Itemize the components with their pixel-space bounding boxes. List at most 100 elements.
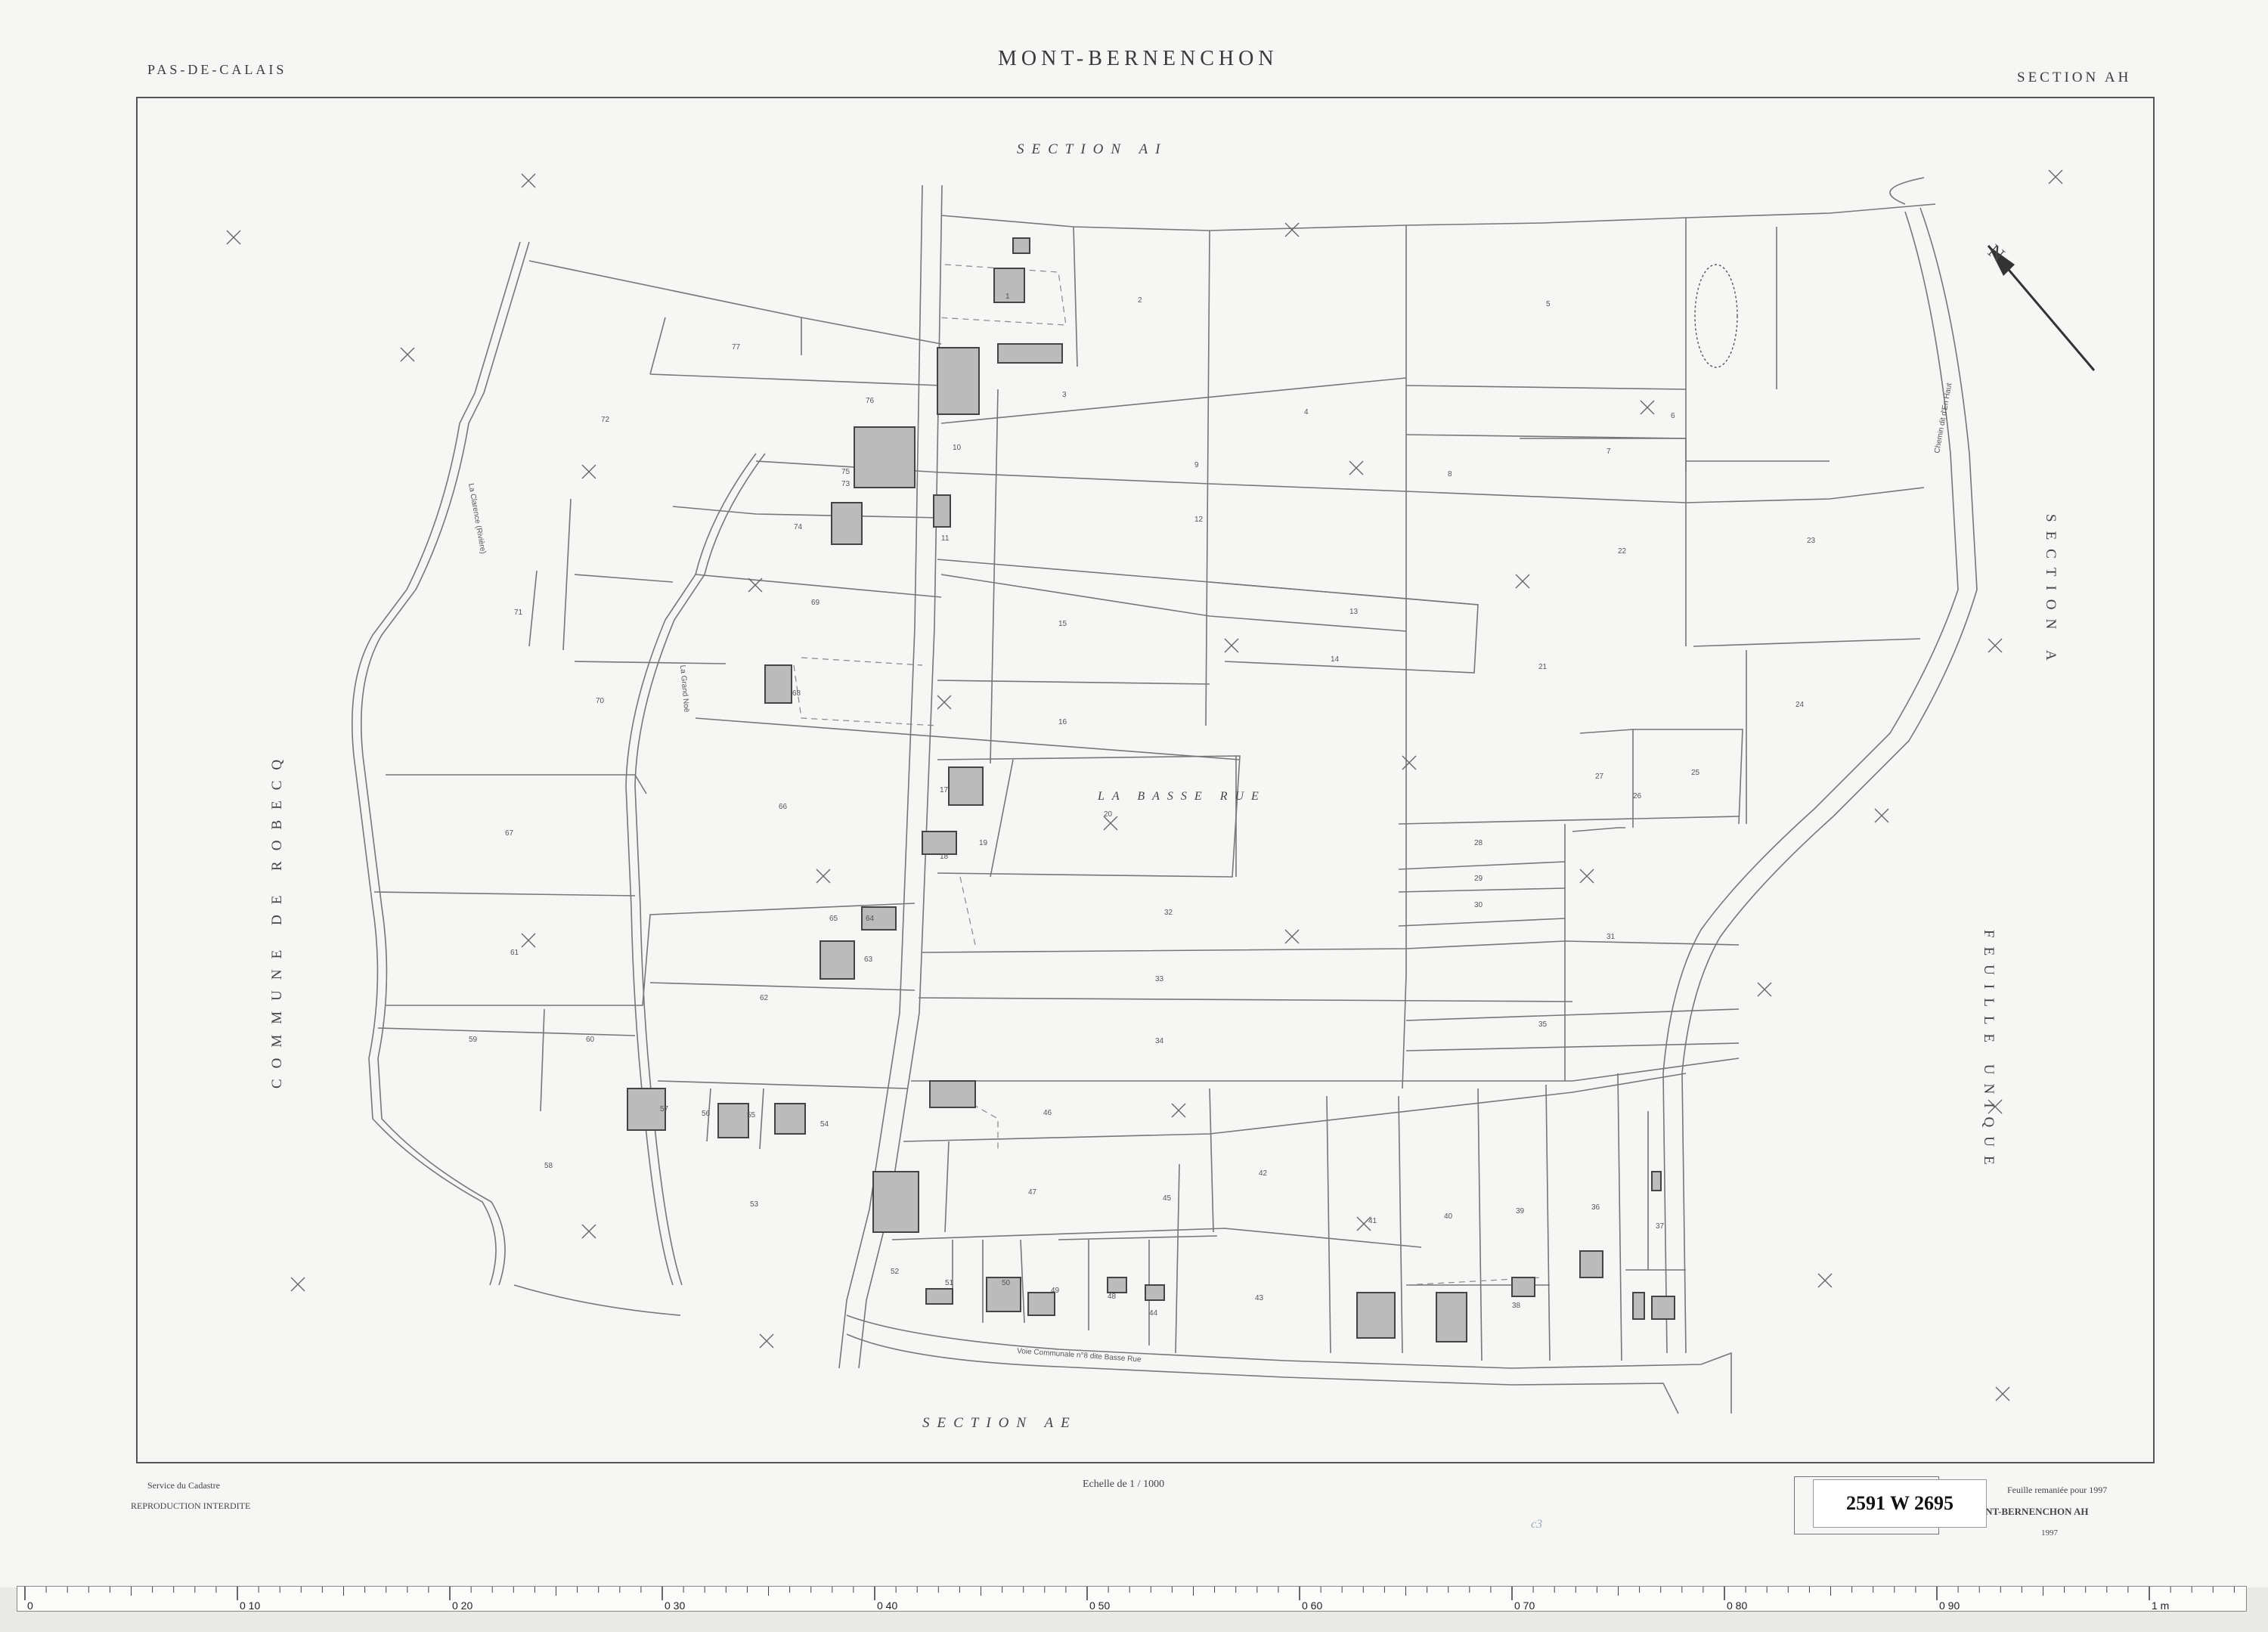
parcel-label-18: 18 — [940, 853, 949, 861]
parcel-label-63: 63 — [864, 955, 873, 964]
parcel-label-53: 53 — [750, 1200, 759, 1209]
parcel-label-51: 51 — [945, 1279, 954, 1287]
parcel-label-2: 2 — [1138, 296, 1142, 305]
parcel-label-9: 9 — [1194, 461, 1199, 469]
ruler-mark-label: 0 50 — [1089, 1599, 1110, 1612]
pond — [1694, 264, 1738, 368]
parcel-label-73: 73 — [841, 480, 850, 488]
parcel-label-23: 23 — [1807, 537, 1816, 545]
parcel-label-39: 39 — [1516, 1207, 1525, 1215]
parcel-label-44: 44 — [1149, 1309, 1158, 1318]
label-road-chemin: Chemin dit d'En Haut — [1933, 382, 1954, 454]
archive-label: 2591 W 2695 — [1813, 1479, 1987, 1528]
parcel-label-54: 54 — [820, 1120, 829, 1129]
parcel-label-34: 34 — [1155, 1037, 1164, 1045]
parcel-label-32: 32 — [1164, 909, 1173, 917]
parcel-label-41: 41 — [1368, 1217, 1377, 1225]
parcel-label-37: 37 — [1656, 1222, 1665, 1231]
parcel-label-69: 69 — [811, 599, 820, 607]
parcel-label-76: 76 — [866, 397, 875, 405]
dashed-boundaries — [793, 264, 1543, 1286]
parcel-label-70: 70 — [596, 697, 605, 705]
handwritten-note: c3 — [1531, 1518, 1543, 1531]
parcel-label-75: 75 — [841, 468, 850, 476]
label-section-ae: SECTION AE — [922, 1415, 1077, 1431]
parcel-label-31: 31 — [1606, 933, 1616, 941]
ruler-mark-label: 0 20 — [452, 1599, 472, 1612]
label-feuille-unique: FEUILLE UNIQUE — [1981, 930, 1997, 1174]
parcel-label-66: 66 — [779, 803, 788, 811]
parcel-label-24: 24 — [1796, 701, 1805, 709]
cadastral-map: N SECTION AI SECTION AE SECTION A FEUILL… — [226, 141, 2096, 1431]
parcel-label-56: 56 — [702, 1110, 711, 1118]
parcel-label-27: 27 — [1595, 773, 1604, 781]
parcel-label-17: 17 — [940, 786, 949, 794]
footer-remaniee: Feuille remaniée pour 1997 — [2007, 1485, 2108, 1495]
measuring-ruler: 0 0 10 0 20 0 30 0 40 0 50 0 60 0 70 0 80 0 90 1 m — [17, 1586, 2247, 1612]
parcel-label-35: 35 — [1538, 1020, 1548, 1029]
parcel-label-40: 40 — [1444, 1212, 1453, 1221]
parcel-label-71: 71 — [514, 609, 523, 617]
parcel-label-33: 33 — [1155, 975, 1164, 983]
parcel-label-6: 6 — [1671, 412, 1675, 420]
parcel-label-20: 20 — [1104, 810, 1113, 819]
parcel-label-61: 61 — [510, 949, 519, 957]
parcel-label-72: 72 — [601, 416, 610, 424]
parcel-label-22: 22 — [1618, 547, 1627, 556]
ruler-mark-label: 1 m — [2152, 1599, 2169, 1612]
north-arrow: N — [1984, 240, 2096, 371]
parcel-label-30: 30 — [1474, 901, 1483, 909]
parcel-label-60: 60 — [586, 1036, 595, 1044]
label-section-ai: SECTION AI — [1017, 141, 1167, 157]
parcel-label-19: 19 — [979, 839, 988, 847]
parcel-label-59: 59 — [469, 1036, 478, 1044]
parcel-label-26: 26 — [1633, 792, 1642, 801]
parcel-label-36: 36 — [1591, 1203, 1600, 1212]
parcel-label-10: 10 — [953, 444, 962, 452]
parcel-label-45: 45 — [1163, 1194, 1172, 1203]
label-road-grand-noe: La Grand Noë — [678, 664, 690, 713]
parcel-label-47: 47 — [1028, 1188, 1037, 1197]
footer-reproduction: REPRODUCTION INTERDITE — [131, 1500, 251, 1511]
label-commune-de-robecq: COMMUNE DE ROBECQ — [269, 749, 285, 1089]
parcel-label-29: 29 — [1474, 875, 1483, 883]
parcel-label-62: 62 — [760, 994, 769, 1002]
parcel-label-25: 25 — [1691, 769, 1700, 777]
footer-year: 1997 — [2041, 1528, 2058, 1538]
footer-scale: Echelle de 1 / 1000 — [1083, 1479, 1165, 1490]
parcel-label-68: 68 — [792, 689, 801, 698]
parcel-label-57: 57 — [660, 1105, 669, 1113]
parcel-label-5: 5 — [1546, 300, 1551, 308]
map-sheet: PAS-DE-CALAIS MONT-BERNENCHON SECTION AH — [0, 0, 2268, 1587]
ruler-mark-label: 0 — [27, 1599, 33, 1612]
parcel-label-12: 12 — [1194, 516, 1204, 524]
parcel-label-7: 7 — [1606, 447, 1611, 456]
parcel-label-55: 55 — [747, 1111, 756, 1119]
parcel-label-50: 50 — [1002, 1279, 1011, 1287]
label-road-clarence: La Clarence (Rivière) — [466, 483, 487, 555]
parcel-label-3: 3 — [1062, 391, 1067, 399]
ruler-mark-label: 0 80 — [1727, 1599, 1747, 1612]
label-road-voie-communale: Voie Communale n°8 dite Basse Rue — [1017, 1347, 1142, 1364]
parcel-label-64: 64 — [866, 915, 875, 923]
ruler-mark-label: 0 10 — [240, 1599, 260, 1612]
parcel-label-74: 74 — [794, 523, 803, 531]
ruler-ticks: 0 0 10 0 20 0 30 0 40 0 50 0 60 0 70 0 80 0 90 1 m — [24, 1587, 2235, 1612]
parcel-label-8: 8 — [1448, 470, 1452, 478]
parcel-label-77: 77 — [732, 343, 741, 351]
parcel-label-38: 38 — [1512, 1302, 1521, 1310]
parcel-label-42: 42 — [1259, 1169, 1268, 1178]
parcel-label-65: 65 — [829, 915, 838, 923]
footer-service: Service du Cadastre — [147, 1480, 220, 1491]
label-section-a: SECTION A — [2043, 514, 2059, 670]
ruler-mark-label: 0 30 — [665, 1599, 685, 1612]
grid-crosses — [226, 169, 2063, 1401]
parcel-label-46: 46 — [1043, 1109, 1052, 1117]
parcel-label-15: 15 — [1058, 620, 1067, 628]
parcel-label-13: 13 — [1349, 608, 1359, 616]
parcel-label-21: 21 — [1538, 663, 1548, 671]
ruler-mark-label: 0 40 — [877, 1599, 897, 1612]
parcel-label-67: 67 — [505, 829, 514, 838]
parcel-label-14: 14 — [1331, 655, 1340, 664]
parcel-number-labels: 1 234567891011121314151617181920212223242… — [469, 293, 1816, 1318]
